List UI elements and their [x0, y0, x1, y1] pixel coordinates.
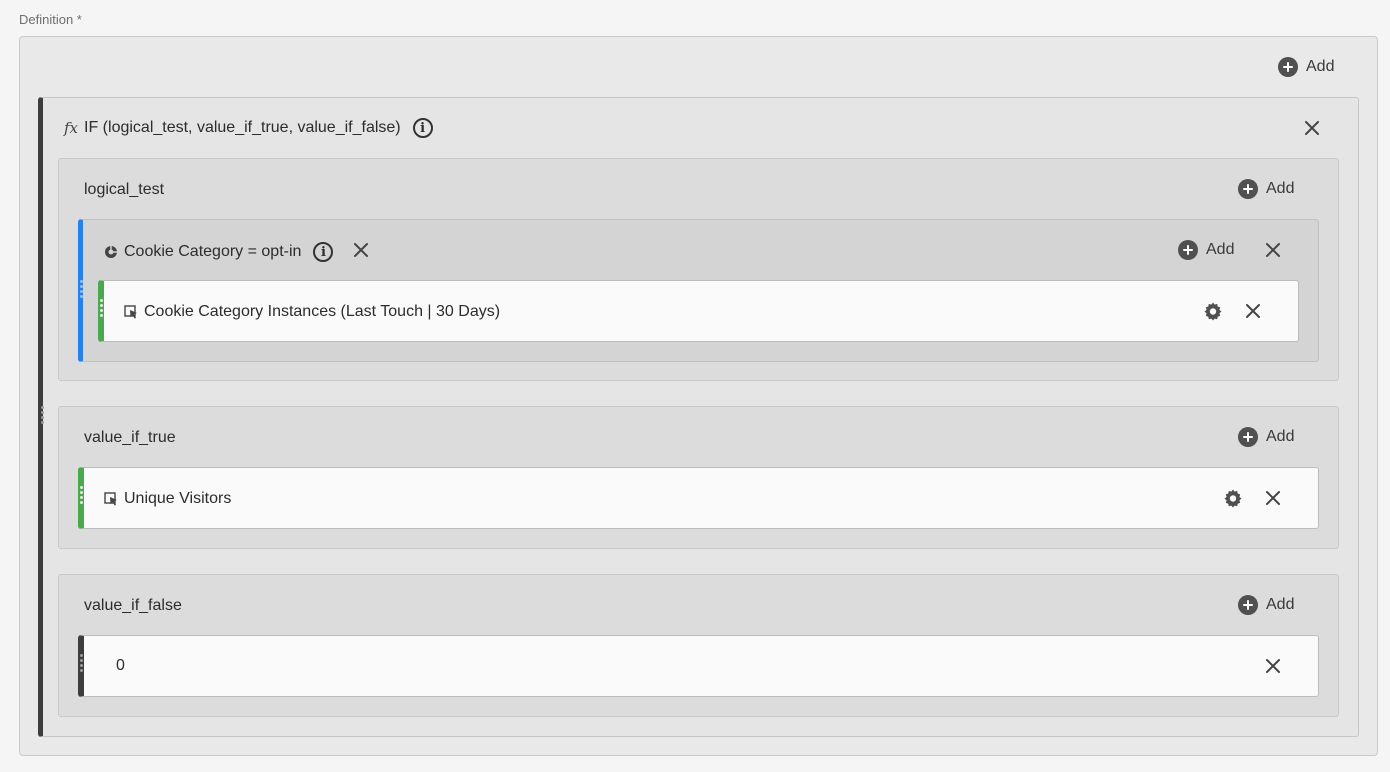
info-icon[interactable]: i [313, 242, 334, 262]
value-if-false-add-button[interactable]: Add [1238, 595, 1294, 615]
function-icon: fx [64, 119, 79, 137]
value-if-true-label: value_if_true [84, 429, 176, 446]
add-label: Add [1266, 180, 1295, 197]
gear-icon[interactable] [1203, 301, 1223, 321]
value-if-true-add-button[interactable]: Add [1238, 427, 1294, 447]
remove-condition-group-close-icon[interactable] [1265, 242, 1281, 258]
unique-visitors-metric: Unique Visitors [104, 490, 231, 508]
add-label: Add [1206, 241, 1235, 258]
plus-circle-icon [1238, 179, 1258, 199]
plus-circle-icon [1178, 240, 1198, 260]
remove-metric-close-icon[interactable] [1245, 303, 1261, 319]
unique-visitors-metric-row[interactable] [78, 467, 1319, 529]
value-if-false-label: value_if_false [84, 597, 182, 614]
remove-condition-close-icon[interactable] [353, 242, 369, 258]
metric-icon [124, 305, 137, 319]
if-drag-handle[interactable] [41, 406, 45, 424]
remove-if-close-icon[interactable] [1304, 120, 1320, 136]
info-icon[interactable]: i [412, 118, 433, 138]
static-number-value[interactable]: 0 [116, 657, 125, 675]
add-label: Add [1306, 58, 1335, 75]
if-function-title: IF (logical_test, value_if_true, value_i… [84, 119, 401, 136]
cookie-category-metric: Cookie Category Instances (Last Touch | … [124, 303, 500, 321]
logical-test-add-button[interactable]: Add [1238, 179, 1294, 199]
add-label: Add [1266, 428, 1295, 445]
condition-label: Cookie Category = opt-in [124, 243, 302, 260]
plus-circle-icon [1238, 595, 1258, 615]
static-drag-handle[interactable] [80, 654, 84, 672]
plus-circle-icon [1278, 57, 1298, 77]
metric-label: Cookie Category Instances (Last Touch | … [144, 303, 501, 320]
metric-icon [104, 492, 117, 506]
condition-add-button[interactable]: Add [1178, 240, 1234, 260]
condition-drag-handle[interactable] [80, 280, 84, 298]
remove-metric-close-icon[interactable] [1265, 490, 1281, 506]
top-add-button[interactable]: Add [1278, 57, 1334, 77]
logical-test-label: logical_test [84, 181, 165, 198]
gear-icon[interactable] [1223, 488, 1243, 508]
definition-label: Definition * [19, 12, 82, 27]
remove-static-close-icon[interactable] [1265, 658, 1281, 674]
condition-header: Cookie Category = opt-in i [104, 242, 334, 262]
add-label: Add [1266, 596, 1295, 613]
if-function-header: fx IF (logical_test, value_if_true, valu… [64, 118, 433, 138]
segment-icon [105, 246, 117, 258]
metric-label: Unique Visitors [124, 490, 232, 507]
metric-drag-handle[interactable] [100, 299, 104, 317]
plus-circle-icon [1238, 427, 1258, 447]
static-number-row[interactable] [78, 635, 1319, 697]
metric-drag-handle[interactable] [80, 486, 84, 504]
